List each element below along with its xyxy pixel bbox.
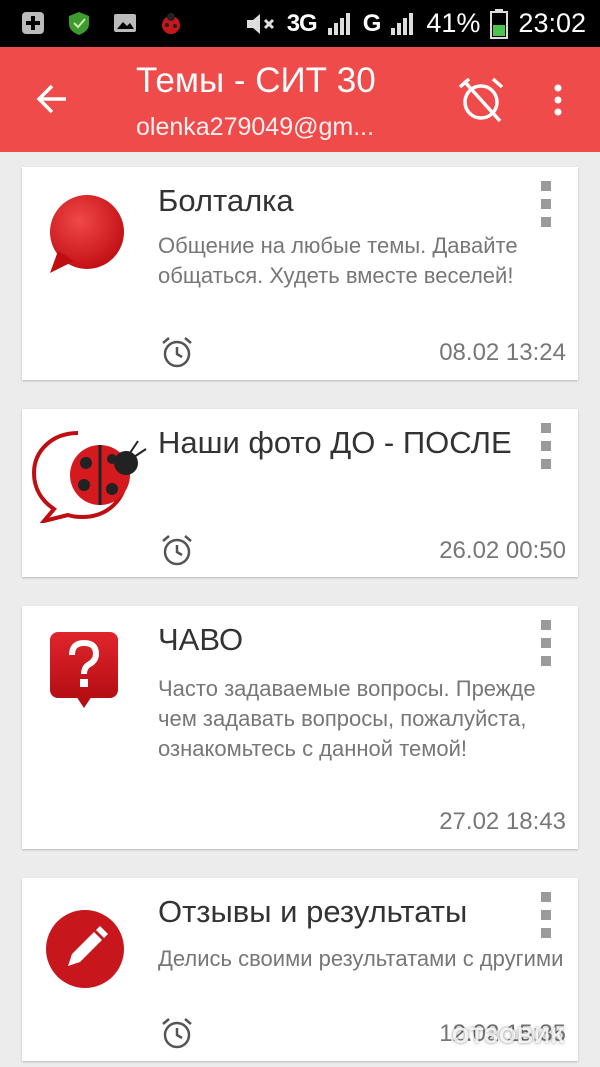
alarm-clock-icon[interactable] bbox=[160, 335, 194, 369]
topic-menu-button[interactable] bbox=[534, 890, 558, 940]
topic-menu-button[interactable] bbox=[534, 618, 558, 668]
arrow-left-icon bbox=[36, 84, 66, 114]
watermark: ОТЗОВИК bbox=[452, 1023, 566, 1048]
battery-icon bbox=[490, 8, 509, 39]
system-status: 3G G 41% 23:02 bbox=[245, 0, 586, 47]
page-title: Темы - СИТ 30 bbox=[136, 61, 376, 100]
network-type-3g: 3G bbox=[286, 9, 318, 37]
pencil-circle-icon bbox=[46, 910, 124, 988]
notification-icons bbox=[20, 10, 184, 36]
speech-bubble-icon bbox=[50, 195, 124, 273]
gallery-notification-icon bbox=[114, 14, 136, 32]
topic-title: ЧАВО bbox=[158, 622, 244, 657]
topic-card[interactable]: Наши фото ДО - ПОСЛЕ 26.02 00:50 bbox=[22, 409, 578, 577]
alarm-off-icon bbox=[458, 77, 504, 123]
signal-strength-icon bbox=[327, 12, 350, 35]
more-vertical-icon bbox=[554, 84, 562, 116]
topic-title: Болталка bbox=[158, 183, 294, 218]
clock-time: 23:02 bbox=[518, 8, 586, 38]
add-notification-icon bbox=[22, 12, 44, 34]
topic-menu-button[interactable] bbox=[534, 421, 558, 471]
topic-description: Делись своими результатами с другими bbox=[158, 946, 564, 971]
topic-timestamp: 26.02 00:50 bbox=[439, 537, 566, 564]
alarm-off-button[interactable] bbox=[452, 71, 510, 129]
topic-card[interactable]: Болталка Общение на любые темы. Давайте … bbox=[22, 167, 578, 380]
topic-timestamp: 27.02 18:43 bbox=[439, 808, 566, 835]
app-bar: Темы - СИТ 30 olenka279049@gm... bbox=[0, 47, 600, 152]
topic-menu-button[interactable] bbox=[534, 179, 558, 229]
alarm-clock-icon[interactable] bbox=[160, 1016, 194, 1050]
alarm-clock-icon[interactable] bbox=[160, 533, 194, 567]
topic-title: Наши фото ДО - ПОСЛЕ bbox=[158, 425, 512, 460]
topic-card[interactable]: ЧАВО Часто задаваемые вопросы. Прежде че… bbox=[22, 606, 578, 849]
signal-strength-2-icon bbox=[391, 12, 414, 35]
topic-timestamp: 08.02 13:24 bbox=[439, 339, 566, 366]
topic-title: Отзывы и результаты bbox=[158, 894, 468, 929]
account-email: olenka279049@gm... bbox=[136, 113, 375, 141]
question-bubble-icon bbox=[50, 632, 118, 708]
status-bar: 3G G 41% 23:02 bbox=[0, 0, 600, 47]
network-type-g: G bbox=[362, 9, 382, 37]
ladybug-notification-icon bbox=[162, 13, 180, 34]
battery-percent: 41% bbox=[426, 8, 481, 38]
shield-app-icon bbox=[69, 12, 89, 35]
ladybug-bubble-icon bbox=[31, 431, 147, 523]
mute-icon bbox=[246, 13, 274, 34]
back-button[interactable] bbox=[24, 71, 80, 127]
topic-description: Общение на любые темы. Давайте общаться.… bbox=[158, 233, 518, 288]
topic-description: Часто задаваемые вопросы. Прежде чем зад… bbox=[158, 676, 536, 761]
overflow-menu-button[interactable] bbox=[536, 73, 580, 127]
